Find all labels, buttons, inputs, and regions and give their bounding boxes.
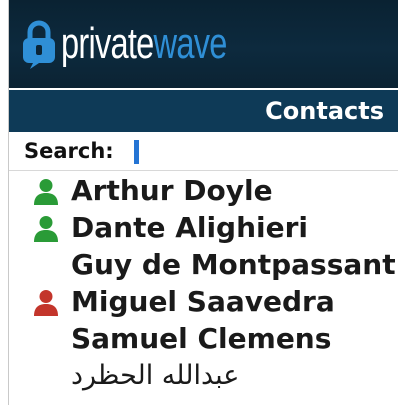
contact-row-arthur-doyle[interactable]: Arthur Doyle: [9, 172, 398, 209]
contact-row-dante-alighieri[interactable]: Dante Alighieri: [9, 209, 398, 246]
logo-word-private: private: [61, 19, 154, 68]
contact-name: Miguel Saavedra: [71, 285, 335, 318]
app-logo: privatewave: [21, 14, 285, 74]
screen-right-margin: [398, 0, 412, 405]
contact-name: Arthur Doyle: [71, 174, 273, 207]
lock-icon: [23, 20, 55, 69]
contact-name: Samuel Clemens: [71, 322, 332, 355]
contact-row-samuel-clemens[interactable]: Samuel Clemens: [9, 320, 398, 357]
search-input[interactable]: [131, 140, 381, 164]
contact-list: Arthur Doyle Dante Alighieri Guy de Mont…: [9, 172, 398, 394]
contact-row-arabic-name[interactable]: عبدالله الحظرد: [9, 357, 398, 394]
contact-name: عبدالله الحظرد: [71, 360, 240, 391]
search-label: Search:: [24, 139, 114, 163]
contact-row-miguel-saavedra[interactable]: Miguel Saavedra: [9, 283, 398, 320]
contact-name: Dante Alighieri: [71, 211, 309, 244]
phone-screen: privatewave Contacts Search: Arthur Doyl…: [9, 0, 398, 405]
logo-wordmark: privatewave: [61, 14, 227, 74]
screen-title: Contacts: [265, 97, 384, 125]
title-bar: Contacts: [9, 90, 398, 132]
contact-row-guy-de-montpassant[interactable]: Guy de Montpassant: [9, 246, 398, 283]
app-header: privatewave: [9, 0, 398, 88]
user-icon-busy: [34, 290, 58, 316]
search-bar[interactable]: Search:: [9, 134, 398, 171]
user-icon-online: [34, 179, 58, 205]
contact-name: Guy de Montpassant: [71, 248, 396, 281]
text-cursor: [134, 140, 139, 164]
app-frame: privatewave Contacts Search: Arthur Doyl…: [0, 0, 412, 405]
user-icon-online: [34, 216, 58, 242]
logo-word-wave: wave: [153, 19, 228, 68]
